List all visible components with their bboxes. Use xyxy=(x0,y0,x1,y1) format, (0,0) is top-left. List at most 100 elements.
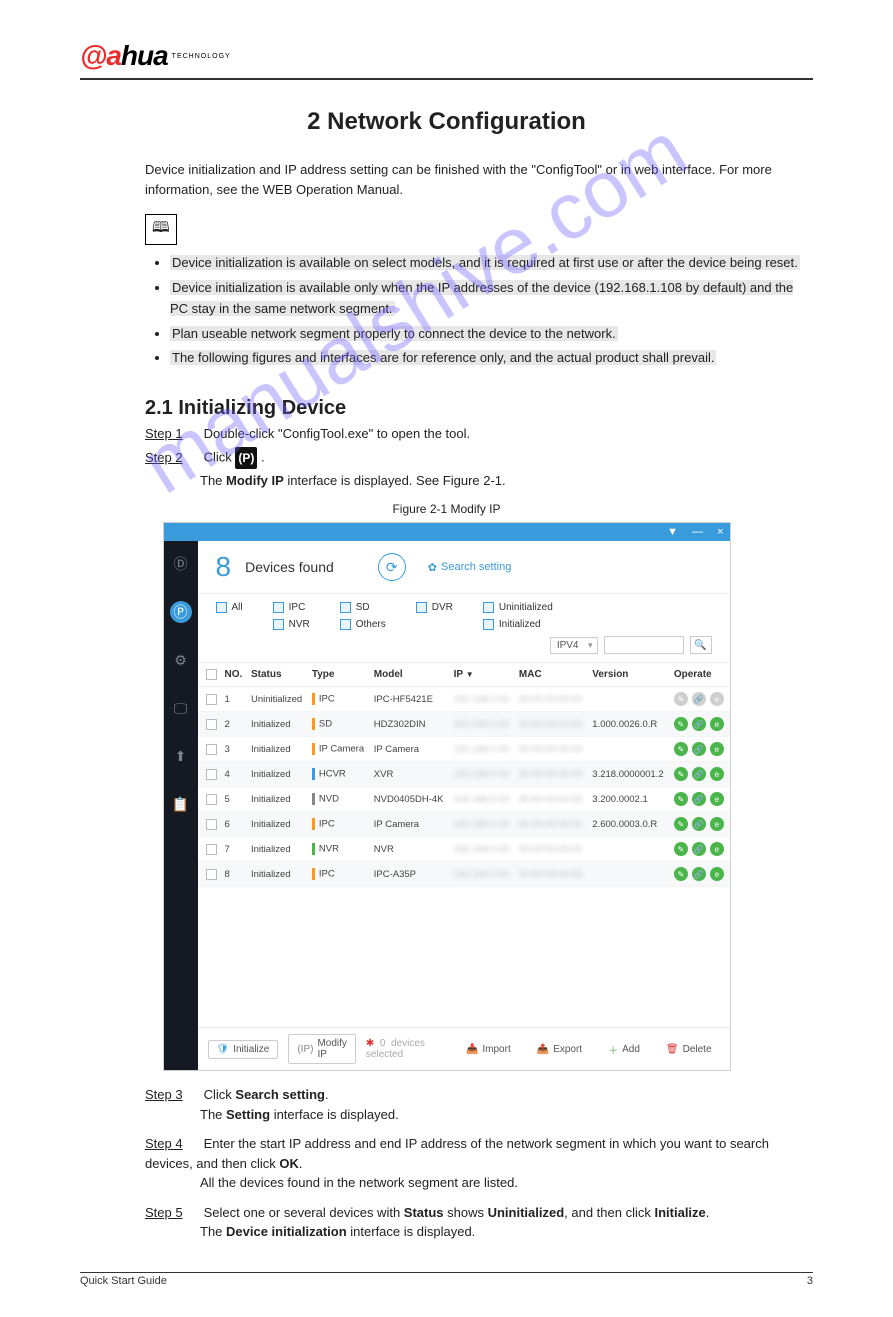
col-type[interactable]: Type xyxy=(308,663,370,687)
link-icon[interactable]: 🔗 xyxy=(692,842,706,856)
configtool-sidebar: Ⓓ Ⓟ ⚙ 🖵 ⬆ 📋 xyxy=(164,541,198,1070)
col-status[interactable]: Status xyxy=(247,663,308,687)
edit-icon[interactable]: ✎ xyxy=(674,817,688,831)
row-checkbox[interactable] xyxy=(206,744,217,755)
cell-operate: ✎ 🔗 e xyxy=(670,812,730,837)
col-version[interactable]: Version xyxy=(588,663,670,687)
window-close-icon[interactable]: × xyxy=(717,526,723,538)
edit-icon[interactable]: ✎ xyxy=(674,742,688,756)
web-icon[interactable]: e xyxy=(710,767,724,781)
table-row[interactable]: 7InitializedNVRNVR192.168.0.0000:00:00:0… xyxy=(198,837,730,862)
note-list: Device initialization is available on se… xyxy=(170,253,813,369)
initialize-button[interactable]: 🛡Initialize xyxy=(208,1040,279,1059)
search-setting-link[interactable]: ✿ Search setting xyxy=(428,561,512,574)
filter-uninitialized[interactable]: Uninitialized xyxy=(483,602,553,613)
col-ip[interactable]: IP ▼ xyxy=(450,663,515,687)
filter-nvr[interactable]: NVR xyxy=(273,619,310,630)
table-row[interactable]: 1UninitializedIPCIPC-HF5421E192.168.0.00… xyxy=(198,687,730,712)
col-model[interactable]: Model xyxy=(370,663,450,687)
web-icon[interactable]: e xyxy=(710,717,724,731)
table-row[interactable]: 5InitializedNVDNVD0405DH-4K192.168.0.000… xyxy=(198,787,730,812)
cell-model: XVR xyxy=(370,762,450,787)
link-icon[interactable]: 🔗 xyxy=(692,767,706,781)
col-mac[interactable]: MAC xyxy=(515,663,588,687)
sidebar-system-icon[interactable]: 🖵 xyxy=(170,697,192,719)
row-checkbox[interactable] xyxy=(206,694,217,705)
cell-operate: ✎ 🔗 e xyxy=(670,687,730,712)
cell-no: 6 xyxy=(221,812,248,837)
add-button[interactable]: ＋Add xyxy=(600,1039,648,1060)
row-checkbox[interactable] xyxy=(206,769,217,780)
import-button[interactable]: 📥Import xyxy=(458,1041,519,1058)
sidebar-template-icon[interactable]: 📋 xyxy=(170,793,192,815)
sidebar-modify-ip-icon[interactable]: Ⓟ xyxy=(170,601,192,623)
filter-dvr[interactable]: DVR xyxy=(416,602,453,613)
cell-version: 3.200.0002.1 xyxy=(588,787,670,812)
filter-others[interactable]: Others xyxy=(340,619,386,630)
cell-type: IP Camera xyxy=(308,737,370,762)
row-checkbox[interactable] xyxy=(206,844,217,855)
link-icon[interactable]: 🔗 xyxy=(692,817,706,831)
filter-initialized[interactable]: Initialized xyxy=(483,619,553,630)
step-4: Step 4 Enter the start IP address and en… xyxy=(145,1134,813,1193)
table-row[interactable]: 8InitializedIPCIPC-A35P192.168.0.0000:00… xyxy=(198,862,730,887)
link-icon[interactable]: 🔗 xyxy=(692,742,706,756)
delete-button[interactable]: 🗑Delete xyxy=(658,1041,720,1058)
sidebar-device-config-icon[interactable]: ⚙ xyxy=(170,649,192,671)
refresh-button[interactable]: ⟳ xyxy=(378,553,406,581)
cell-ip: 192.168.0.00 xyxy=(450,837,515,862)
web-icon[interactable]: e xyxy=(710,842,724,856)
cell-type: SD xyxy=(308,712,370,737)
row-checkbox[interactable] xyxy=(206,869,217,880)
intro-paragraph: Device initialization and IP address set… xyxy=(145,160,813,200)
device-table: NO. Status Type Model IP ▼ MAC Version O… xyxy=(198,663,730,887)
filter-ipc[interactable]: IPC xyxy=(273,602,310,613)
row-checkbox[interactable] xyxy=(206,794,217,805)
edit-icon[interactable]: ✎ xyxy=(674,842,688,856)
link-icon[interactable]: 🔗 xyxy=(692,792,706,806)
export-button[interactable]: 📤Export xyxy=(529,1041,590,1058)
row-checkbox[interactable] xyxy=(206,719,217,730)
link-icon[interactable]: 🔗 xyxy=(692,692,706,706)
edit-icon[interactable]: ✎ xyxy=(674,767,688,781)
search-button[interactable]: 🔍 xyxy=(690,636,712,654)
row-checkbox[interactable] xyxy=(206,819,217,830)
window-help-icon[interactable]: ▼ xyxy=(667,526,678,538)
select-all-checkbox[interactable] xyxy=(206,669,217,680)
ip-version-select[interactable]: IPV4 xyxy=(550,637,598,654)
configtool-window: ▼ — × Ⓓ Ⓟ ⚙ 🖵 ⬆ 📋 8 Devices found xyxy=(163,522,731,1071)
window-minimize-icon[interactable]: — xyxy=(692,526,703,538)
edit-icon[interactable]: ✎ xyxy=(674,867,688,881)
edit-icon[interactable]: ✎ xyxy=(674,717,688,731)
step-4-after: All the devices found in the network seg… xyxy=(200,1173,813,1193)
search-input[interactable] xyxy=(604,636,684,654)
web-icon[interactable]: e xyxy=(710,742,724,756)
web-icon[interactable]: e xyxy=(710,792,724,806)
cell-status: Initialized xyxy=(247,762,308,787)
step-label: Step 3 xyxy=(145,1085,200,1105)
cell-mac: 00:00:00:00:00 xyxy=(515,762,588,787)
step-label: Step 1 xyxy=(145,426,200,441)
web-icon[interactable]: e xyxy=(710,817,724,831)
web-icon[interactable]: e xyxy=(710,692,724,706)
sidebar-logo-icon: Ⓓ xyxy=(170,553,192,575)
edit-icon[interactable]: ✎ xyxy=(674,792,688,806)
link-icon[interactable]: 🔗 xyxy=(692,867,706,881)
col-no[interactable]: NO. xyxy=(221,663,248,687)
table-row[interactable]: 2InitializedSDHDZ302DIN192.168.0.0000:00… xyxy=(198,712,730,737)
sidebar-upgrade-icon[interactable]: ⬆ xyxy=(170,745,192,767)
cell-status: Initialized xyxy=(247,712,308,737)
step-3: Step 3 Click Search setting. The Setting… xyxy=(145,1085,813,1124)
link-icon[interactable]: 🔗 xyxy=(692,717,706,731)
filter-sd[interactable]: SD xyxy=(340,602,386,613)
web-icon[interactable]: e xyxy=(710,867,724,881)
note-icon: 🕮 xyxy=(145,214,177,245)
table-row[interactable]: 3InitializedIP CameraIP Camera192.168.0.… xyxy=(198,737,730,762)
table-row[interactable]: 4InitializedHCVRXVR192.168.0.0000:00:00:… xyxy=(198,762,730,787)
cell-operate: ✎ 🔗 e xyxy=(670,762,730,787)
modify-ip-button[interactable]: (IP)Modify IP xyxy=(288,1034,356,1064)
filter-all[interactable]: All xyxy=(216,602,243,613)
edit-icon[interactable]: ✎ xyxy=(674,692,688,706)
table-row[interactable]: 6InitializedIPCIP Camera192.168.0.0000:0… xyxy=(198,812,730,837)
cell-no: 2 xyxy=(221,712,248,737)
